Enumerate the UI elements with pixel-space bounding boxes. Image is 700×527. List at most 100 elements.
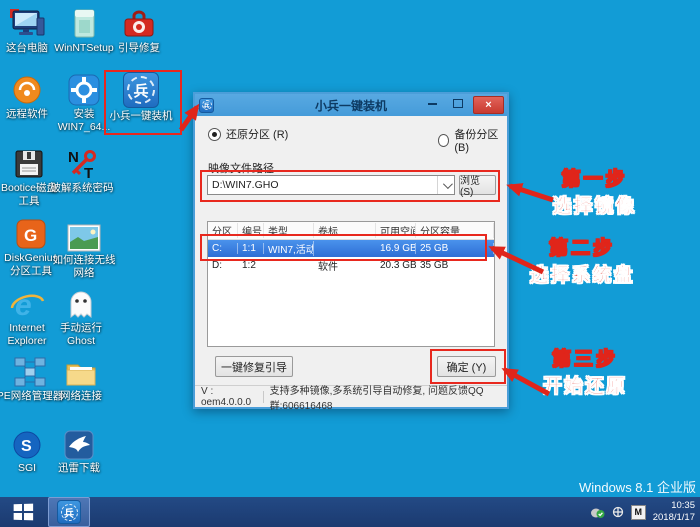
desktop-icon-soldier-installer[interactable]: 兵 小兵一键装机 (106, 72, 176, 123)
start-button[interactable] (0, 497, 46, 527)
remote-icon (11, 74, 43, 106)
cell: 1:2 (242, 260, 256, 271)
desktop-icon-label: 如何连接无线 网络 (52, 254, 116, 279)
sgi-icon: S (12, 428, 42, 460)
desktop-icon-pe-network-manager[interactable]: PE网络管理器 (0, 356, 63, 403)
desktop-icon-ghost[interactable]: 手动运行 Ghost (52, 288, 110, 347)
desktop-icon-network-connections[interactable]: 网络连接 (52, 356, 110, 403)
tray-security-icon[interactable] (590, 505, 605, 519)
desktop-icon-label: DiskGenius 分区工具 (4, 252, 58, 277)
step1-action: 选择镜像 (552, 196, 637, 218)
computer-icon (9, 8, 45, 40)
desktop: 这台电脑 WinNTSetup 引导修复 远程软件 安装 WIN7_64... … (0, 0, 700, 527)
cell: 20.3 GB (380, 260, 416, 271)
windows-version-watermark: Windows 8.1 企业版 (578, 480, 696, 495)
column-header: 分区 (208, 223, 238, 238)
desktop-icon-label: 这台电脑 (6, 42, 48, 54)
ghost-icon (66, 288, 96, 320)
status-bar: V : oem4.0.0.0 支持多种镜像,多系统引导自动修复, 问题反馈QQ群… (195, 385, 507, 412)
table-header-row: 分区 编号 类型 卷标 可用空间 分区容量 (208, 222, 494, 240)
cell: 软件 (318, 262, 338, 273)
photo-icon (67, 220, 101, 252)
floppy-disk-icon (12, 148, 46, 180)
clock-time: 10:35 (671, 500, 695, 512)
desktop-icon-label: Internet Explorer (7, 322, 47, 347)
minimize-icon (427, 102, 437, 105)
desktop-icon-label: Bootice磁盘 工具 (0, 182, 58, 207)
repair-boot-button[interactable]: 一键修复引导 (215, 356, 293, 377)
desktop-icon-label: SGI (17, 462, 37, 474)
column-header: 类型 (264, 223, 314, 238)
cell: C: (208, 243, 238, 254)
taskbar-app-installer[interactable]: 兵 (48, 497, 90, 527)
step1-title: 第一步 (561, 169, 628, 191)
svg-text:N: N (68, 149, 79, 166)
maximize-icon (453, 99, 463, 108)
close-button[interactable]: × (473, 96, 504, 114)
desktop-icon-label: 网络连接 (60, 390, 102, 402)
nt-key-icon: N T (64, 148, 100, 180)
tray-m-icon[interactable]: M (630, 504, 646, 520)
column-header: 分区容量 (416, 223, 494, 238)
maximize-button[interactable] (447, 96, 469, 111)
desktop-icon-install-win7[interactable]: 安装 WIN7_64... (55, 74, 113, 133)
image-path-combobox[interactable]: D:\WIN7.GHO (207, 175, 455, 195)
browse-button[interactable]: 浏览 (S) (459, 175, 496, 198)
network-nodes-icon (12, 356, 48, 388)
desktop-icon-label: 小兵一键装机 (109, 110, 173, 122)
diskgenius-icon: G (15, 218, 47, 250)
annotation-step1: 第一步 选择镜像 (542, 164, 647, 218)
ok-button[interactable]: 确定 (Y) (437, 356, 496, 377)
swallow-icon (64, 428, 94, 460)
desktop-icon-internet-explorer[interactable]: e Internet Explorer (0, 288, 54, 347)
tray-eject-icon[interactable] (612, 506, 624, 518)
desktop-icon-boot-repair[interactable]: 引导修复 (112, 8, 166, 55)
desktop-icon-this-pc[interactable]: 这台电脑 (0, 8, 54, 55)
radio-restore-label: 还原分区 (R) (226, 129, 289, 141)
minimize-button[interactable] (421, 96, 443, 111)
step2-title: 第二步 (548, 238, 615, 260)
column-header: 编号 (238, 223, 264, 238)
status-text: 支持多种镜像,多系统引导自动修复, 问题反馈QQ群:606616468 (269, 385, 484, 412)
desktop-icon-wifi-guide[interactable]: 如何连接无线 网络 (52, 220, 116, 279)
taskbar-clock[interactable]: 10:35 2018/1/17 (653, 500, 698, 524)
table-row-d[interactable]: D: 1:2 软件 20.3 GB 35 GB (208, 257, 494, 274)
svg-text:T: T (84, 165, 93, 180)
desktop-icon-winntsetup[interactable]: WinNTSetup (54, 8, 114, 55)
cell: 1:1 (238, 243, 264, 254)
svg-text:e: e (15, 289, 32, 320)
svg-text:G: G (24, 226, 37, 245)
desktop-icon-label: 引导修复 (118, 42, 160, 54)
annotation-step2: 第二步 选择系统盘 (526, 233, 638, 287)
step3-action: 开始还原 (542, 376, 627, 398)
clock-date: 2018/1/17 (652, 512, 695, 523)
table-row-c[interactable]: C: 1:1 WIN7,活动 16.9 GB 25 GB (208, 240, 494, 257)
close-icon: × (485, 99, 492, 111)
image-path-value: D:\WIN7.GHO (212, 179, 279, 191)
desktop-icon-remote-software[interactable]: 远程软件 (0, 74, 54, 121)
radio-restore-partition[interactable]: 还原分区 (R) (208, 126, 288, 142)
window-titlebar[interactable]: 兵 小兵一键装机 × (195, 94, 507, 116)
installer-window: 兵 小兵一键装机 × 还原分区 (R) 备份分区 (B) 映像文件路径 D:\W… (193, 92, 509, 412)
radio-backup-partition[interactable]: 备份分区 (B) (438, 126, 507, 154)
image-path-label: 映像文件路径 (208, 163, 274, 175)
taskbar: 兵 M 10:35 2018/1/17 (0, 497, 700, 527)
soldier-installer-icon: 兵 (57, 500, 81, 524)
desktop-icon-label: 破解系统密码 (50, 182, 114, 194)
desktop-icon-label: WinNTSetup (54, 42, 114, 54)
folder-icon (64, 356, 98, 388)
system-tray: M 10:35 2018/1/17 (590, 497, 698, 527)
cell: 35 GB (420, 260, 449, 271)
svg-text:S: S (21, 438, 32, 455)
desktop-icon-thunder-download[interactable]: 迅雷下载 (52, 428, 106, 475)
desktop-icon-crack-password[interactable]: N T 破解系统密码 (50, 148, 114, 195)
chevron-down-icon (437, 176, 454, 194)
column-header: 可用空间 (376, 223, 416, 238)
windows-logo-icon (13, 503, 33, 521)
desktop-icon-label: 远程软件 (6, 108, 48, 120)
cell: D: (212, 260, 222, 271)
desktop-icon-sgi[interactable]: S SGI (0, 428, 54, 475)
gear-icon (68, 74, 100, 106)
version-text: V : oem4.0.0.0 (201, 385, 252, 408)
radio-dot-icon (438, 133, 450, 147)
